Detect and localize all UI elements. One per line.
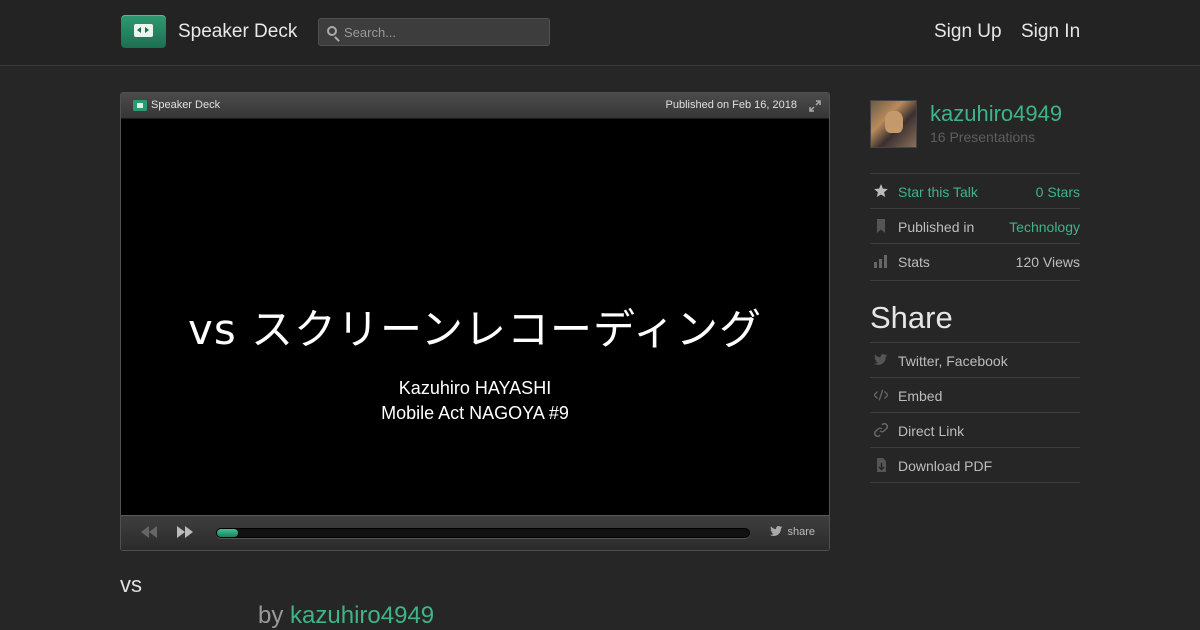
slide-content[interactable]: vs スクリーンレコーディング Kazuhiro HAYASHI Mobile … [121, 120, 829, 517]
star-icon [874, 184, 888, 197]
published-date: Published on Feb 16, 2018 [665, 99, 798, 111]
share-item-label[interactable]: Download PDF [898, 458, 992, 474]
bookmark-icon [877, 219, 885, 233]
speakerdeck-logo-icon[interactable] [121, 15, 166, 48]
author-link[interactable]: kazuhiro4949 [290, 602, 434, 629]
share-label: share [787, 526, 815, 538]
top-navbar: Speaker Deck Sign Up Sign In [0, 0, 1200, 66]
player-controls: share [121, 515, 829, 550]
stats-label: Stats [898, 254, 930, 270]
by-prefix: by [258, 602, 284, 629]
search-icon [327, 26, 337, 36]
slide-player: Speaker Deck Published on Feb 16, 2018 v… [120, 92, 830, 551]
rewind-icon[interactable] [140, 526, 158, 538]
sign-up-link[interactable]: Sign Up [934, 21, 1002, 43]
star-talk-link[interactable]: Star this Talk [898, 184, 978, 200]
download-icon [877, 458, 886, 472]
star-count: 0 Stars [1035, 184, 1080, 200]
share-download-pdf[interactable]: Download PDF [870, 447, 1080, 482]
search-input[interactable] [344, 22, 544, 42]
slide-event: Mobile Act NAGOYA #9 [381, 403, 569, 423]
progress-bar[interactable] [216, 528, 750, 538]
published-in-row: Published in Technology [870, 208, 1080, 243]
share-embed[interactable]: Embed [870, 377, 1080, 412]
sign-in-link[interactable]: Sign In [1021, 21, 1080, 43]
embed-icon [874, 389, 888, 401]
stats-icon [874, 255, 887, 268]
presentation-count: 16 Presentations [930, 129, 1036, 145]
twitter-icon [770, 526, 783, 536]
divider [870, 482, 1080, 483]
progress-fill [217, 529, 239, 537]
view-count: 120 Views [1015, 254, 1080, 270]
player-titlebar: Speaker Deck Published on Feb 16, 2018 [121, 93, 829, 119]
user-name-link[interactable]: kazuhiro4949 [930, 101, 1062, 127]
share-item-label[interactable]: Twitter, Facebook [898, 353, 1008, 369]
share-twitter-facebook[interactable]: Twitter, Facebook [870, 342, 1080, 377]
share-item-label[interactable]: Direct Link [898, 423, 964, 439]
share-item-label[interactable]: Embed [898, 388, 942, 404]
brand-link[interactable]: Speaker Deck [178, 21, 297, 43]
speakerdeck-mini-logo-icon [133, 100, 147, 111]
star-row[interactable]: Star this Talk 0 Stars [870, 173, 1080, 208]
expand-icon[interactable] [809, 100, 821, 112]
slide-author: Kazuhiro HAYASHI [398, 378, 552, 398]
stats-row: Stats 120 Views [870, 243, 1080, 278]
fast-forward-icon[interactable] [176, 526, 194, 538]
published-in-label: Published in [898, 219, 975, 235]
player-share-button[interactable]: share [770, 526, 815, 538]
share-direct-link[interactable]: Direct Link [870, 412, 1080, 447]
category-link[interactable]: Technology [1009, 219, 1080, 235]
link-icon [874, 423, 888, 437]
twitter-icon [874, 354, 888, 365]
talk-title: vs [120, 572, 142, 597]
avatar[interactable] [870, 100, 917, 148]
divider [870, 280, 1080, 281]
player-brand[interactable]: Speaker Deck [151, 99, 220, 111]
share-heading: Share [870, 300, 953, 335]
slide-title: vs スクリーンレコーディング [187, 305, 763, 354]
talk-byline: by kazuhiro4949 [258, 602, 434, 630]
search-box[interactable] [318, 18, 550, 46]
